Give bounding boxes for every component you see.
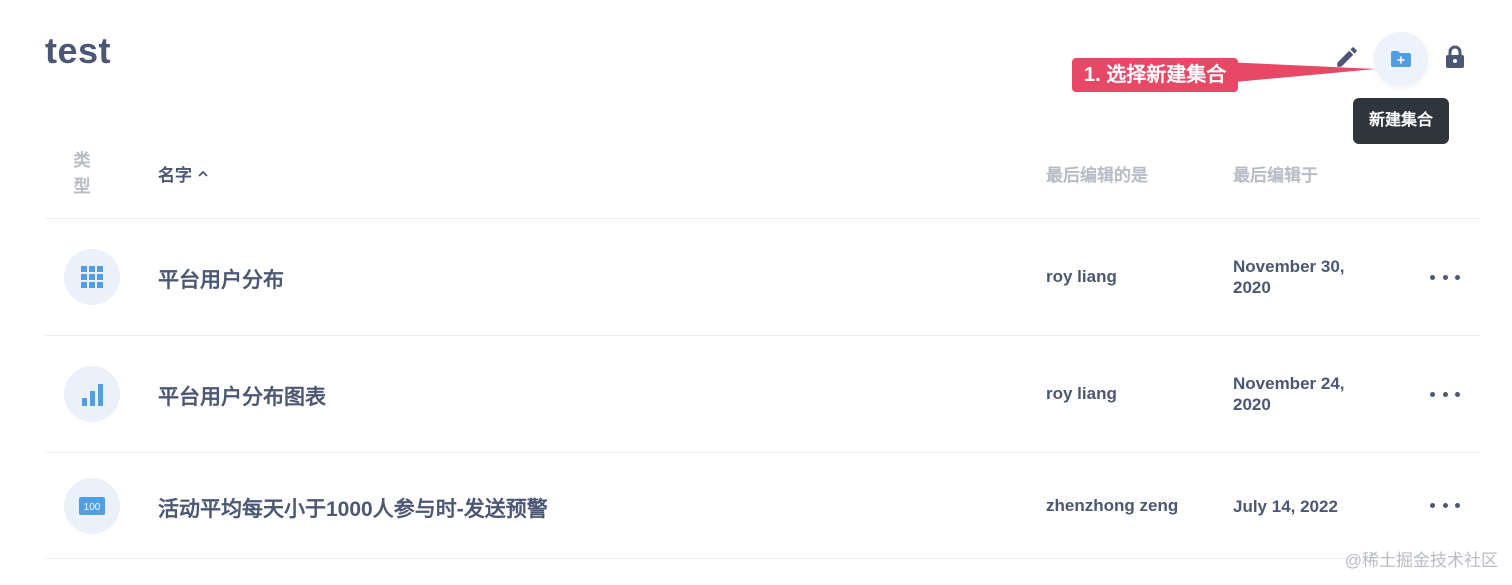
column-header-name-label: 名字 — [158, 166, 192, 185]
folder-plus-icon — [1391, 51, 1411, 67]
row-name-link[interactable]: 活动平均每天小于1000人参与时-发送预警 — [158, 493, 548, 523]
column-header-name[interactable]: 名字 — [158, 161, 208, 186]
row-last-edited-date: November 24, 2020 — [1233, 374, 1345, 414]
row-type-badge — [64, 249, 120, 305]
annotation-callout: 1. 选择新建集合 — [1072, 58, 1239, 92]
column-header-last-edited-at[interactable]: 最后编辑于 — [1233, 161, 1318, 186]
row-last-edited-date: November 30, 2020 — [1233, 257, 1345, 297]
table-divider — [45, 558, 1480, 559]
ellipsis-dot-icon — [1430, 274, 1435, 280]
ellipsis-dot-icon — [1442, 391, 1448, 397]
table-grid-icon — [81, 266, 103, 288]
lock-icon — [1446, 45, 1464, 68]
row-last-editor: zhenzhong zeng — [1046, 496, 1179, 515]
ellipsis-dot-icon — [1442, 502, 1448, 508]
table-row[interactable]: 平台用户分布图表 roy liang November 24, 2020 — [45, 336, 1480, 452]
row-type-badge: 100 — [64, 478, 120, 534]
column-header-last-edited-by[interactable]: 最后编辑的是 — [1046, 161, 1148, 186]
new-collection-button[interactable] — [1374, 32, 1428, 86]
ellipsis-dot-icon — [1455, 274, 1460, 280]
more-options-button[interactable] — [1430, 267, 1460, 287]
watermark: @稀土掘金技术社区 — [1344, 546, 1498, 571]
row-name-link[interactable]: 平台用户分布图表 — [158, 381, 326, 411]
number-icon: 100 — [79, 497, 105, 515]
page-title: test — [45, 30, 112, 71]
new-collection-tooltip: 新建集合 — [1353, 98, 1449, 144]
number-icon-text: 100 — [84, 502, 101, 513]
row-last-editor: roy liang — [1046, 267, 1117, 286]
more-options-button[interactable] — [1430, 495, 1460, 515]
row-name-link[interactable]: 平台用户分布 — [158, 264, 284, 294]
column-header-type[interactable]: 类型 — [72, 148, 92, 200]
row-last-edited-date: July 14, 2022 — [1233, 497, 1338, 516]
bar-chart-icon — [82, 384, 103, 406]
row-type-badge — [64, 366, 120, 422]
ellipsis-dot-icon — [1455, 391, 1460, 397]
more-options-button[interactable] — [1430, 384, 1460, 404]
table-row[interactable]: 平台用户分布 roy liang November 30, 2020 — [45, 219, 1480, 335]
permissions-lock-button[interactable] — [1440, 42, 1470, 72]
ellipsis-dot-icon — [1430, 502, 1435, 508]
ellipsis-dot-icon — [1442, 274, 1448, 280]
table-row[interactable]: 100 活动平均每天小于1000人参与时-发送预警 zhenzhong zeng… — [45, 453, 1480, 569]
ellipsis-dot-icon — [1430, 391, 1435, 397]
chevron-up-icon — [198, 170, 208, 177]
row-last-editor: roy liang — [1046, 384, 1117, 403]
ellipsis-dot-icon — [1455, 502, 1460, 508]
